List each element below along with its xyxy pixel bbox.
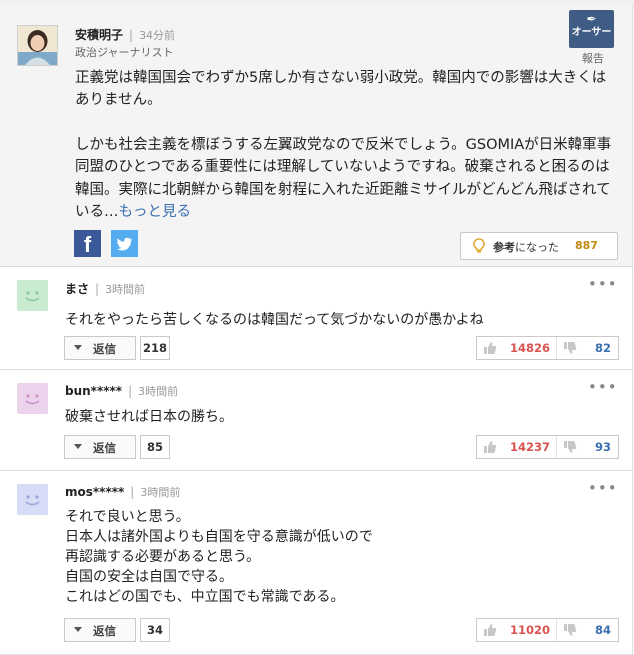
separator: | <box>129 28 134 42</box>
like-button[interactable]: 14237 <box>477 436 556 458</box>
report-link[interactable]: 報告 <box>582 50 604 66</box>
dislike-count: 84 <box>594 623 611 637</box>
quill-icon: ✒ <box>586 12 597 26</box>
like-button[interactable]: 14826 <box>477 337 556 359</box>
dislike-button[interactable]: 82 <box>556 337 619 359</box>
helpful-count: 887 <box>575 239 598 252</box>
avatar[interactable] <box>17 383 48 414</box>
comment-item: まさ | 3時間前 ••• それをやったら苦しくなるのは韓国だって気づかないのが愚か… <box>0 267 633 370</box>
author-name-line: 安積明子 | 34分前 <box>75 26 175 43</box>
comment-header: まさ | 3時間前 <box>65 282 146 296</box>
comment-time: 3時間前 <box>138 385 179 398</box>
vote-box: 14237 93 <box>476 435 619 459</box>
smiley-icon <box>25 394 40 405</box>
more-options-icon[interactable]: ••• <box>588 275 618 293</box>
read-more-link[interactable]: もっと見る <box>119 204 192 220</box>
author-comment-body: 正義党は韓国国会でわずか5席しか有さない弱小政党。韓国内での影響は大きくはありま… <box>75 67 615 223</box>
author-avatar[interactable] <box>17 25 58 66</box>
more-options-icon[interactable]: ••• <box>588 378 618 396</box>
comment-line: 日本人は諸外国よりも自国を守る意識が低いので <box>65 529 373 545</box>
twitter-share-icon[interactable] <box>111 230 138 257</box>
dislike-button[interactable]: 93 <box>556 436 619 458</box>
like-count: 14237 <box>509 440 550 454</box>
thumbs-up-icon <box>484 342 497 354</box>
thumbs-down-icon <box>564 441 577 453</box>
vote-box: 14826 82 <box>476 336 619 360</box>
thumbs-up-icon <box>484 624 497 636</box>
comment-item: mos***** | 3時間前 ••• それで良いと思う。 日本人は諸外国よりも自国… <box>0 471 633 655</box>
reply-count: 85 <box>140 435 170 459</box>
more-options-icon[interactable]: ••• <box>588 479 618 497</box>
helpful-label: 参考 <box>493 241 515 254</box>
comment-line: これはどの国でも、中立国でも常識である。 <box>65 589 345 605</box>
comment-line: 破棄させれば日本の勝ち。 <box>65 409 233 425</box>
comment-line: 再認識する必要があると思う。 <box>65 549 261 565</box>
dislike-count: 93 <box>594 440 611 454</box>
author-time: 34分前 <box>139 29 176 42</box>
vote-box: 11020 84 <box>476 618 619 642</box>
reply-button[interactable]: 返信 <box>64 435 136 459</box>
like-count: 11020 <box>509 623 550 637</box>
thumbs-up-icon <box>484 441 497 453</box>
thumbs-down-icon <box>564 342 577 354</box>
comment-body: それをやったら苦しくなるのは韓国だって気づかないのが愚かよね <box>65 310 605 330</box>
thumbs-down-icon <box>564 624 577 636</box>
author-paragraph-2: しかも社会主義を標ぼうする左翼政党なので反米でしょう。GSOMIAが日米韓軍事同… <box>75 136 612 221</box>
username[interactable]: bun***** <box>65 384 122 398</box>
chevron-down-icon <box>74 627 82 632</box>
comment-item: bun***** | 3時間前 ••• 破棄させれば日本の勝ち。 返信 85 142… <box>0 370 633 471</box>
comment-line: それをやったら苦しくなるのは韓国だって気づかないのが愚かよね <box>65 312 484 328</box>
dislike-count: 82 <box>594 341 611 355</box>
author-badge: ✒ オーサー <box>569 10 614 48</box>
comment-body: それで良いと思う。 日本人は諸外国よりも自国を守る意識が低いので 再認識する必要… <box>65 507 605 607</box>
lightbulb-icon <box>473 238 485 253</box>
chevron-down-icon <box>74 345 82 350</box>
helpful-button[interactable]: 参考になった 887 <box>460 232 618 260</box>
comment-line: それで良いと思う。 <box>65 509 190 525</box>
comment-header: bun***** | 3時間前 <box>65 384 179 398</box>
reply-label: 返信 <box>93 342 116 356</box>
username[interactable]: mos***** <box>65 485 124 499</box>
smiley-icon <box>25 495 40 506</box>
comment-time: 3時間前 <box>105 283 146 296</box>
comment-body: 破棄させれば日本の勝ち。 <box>65 407 605 427</box>
author-paragraph-1: 正義党は韓国国会でわずか5席しか有さない弱小政党。韓国内での影響は大きくはありま… <box>75 70 607 109</box>
like-button[interactable]: 11020 <box>477 619 556 641</box>
comment-line: 自国の安全は自国で守る。 <box>65 569 233 585</box>
comment-time: 3時間前 <box>140 486 181 499</box>
author-badge-label: オーサー <box>571 27 612 38</box>
dislike-button[interactable]: 84 <box>556 619 619 641</box>
reply-label: 返信 <box>93 624 116 638</box>
author-name[interactable]: 安積明子 <box>75 28 123 42</box>
reply-count: 34 <box>140 618 170 642</box>
facebook-share-icon[interactable]: f <box>74 230 101 257</box>
comment-header: mos***** | 3時間前 <box>65 485 181 499</box>
chevron-down-icon <box>74 444 82 449</box>
avatar[interactable] <box>17 280 48 311</box>
username[interactable]: まさ <box>65 282 89 296</box>
like-count: 14826 <box>509 341 550 355</box>
author-comment: 安積明子 | 34分前 政治ジャーナリスト ✒ オーサー 報告 正義党は韓国国会でわ… <box>0 6 633 267</box>
reply-button[interactable]: 返信 <box>64 336 136 360</box>
reply-count: 218 <box>140 336 170 360</box>
helpful-suffix: になった <box>515 241 559 254</box>
reply-button[interactable]: 返信 <box>64 618 136 642</box>
reply-label: 返信 <box>93 441 116 455</box>
author-role: 政治ジャーナリスト <box>75 46 174 59</box>
smiley-icon <box>25 291 40 302</box>
avatar[interactable] <box>17 484 48 515</box>
